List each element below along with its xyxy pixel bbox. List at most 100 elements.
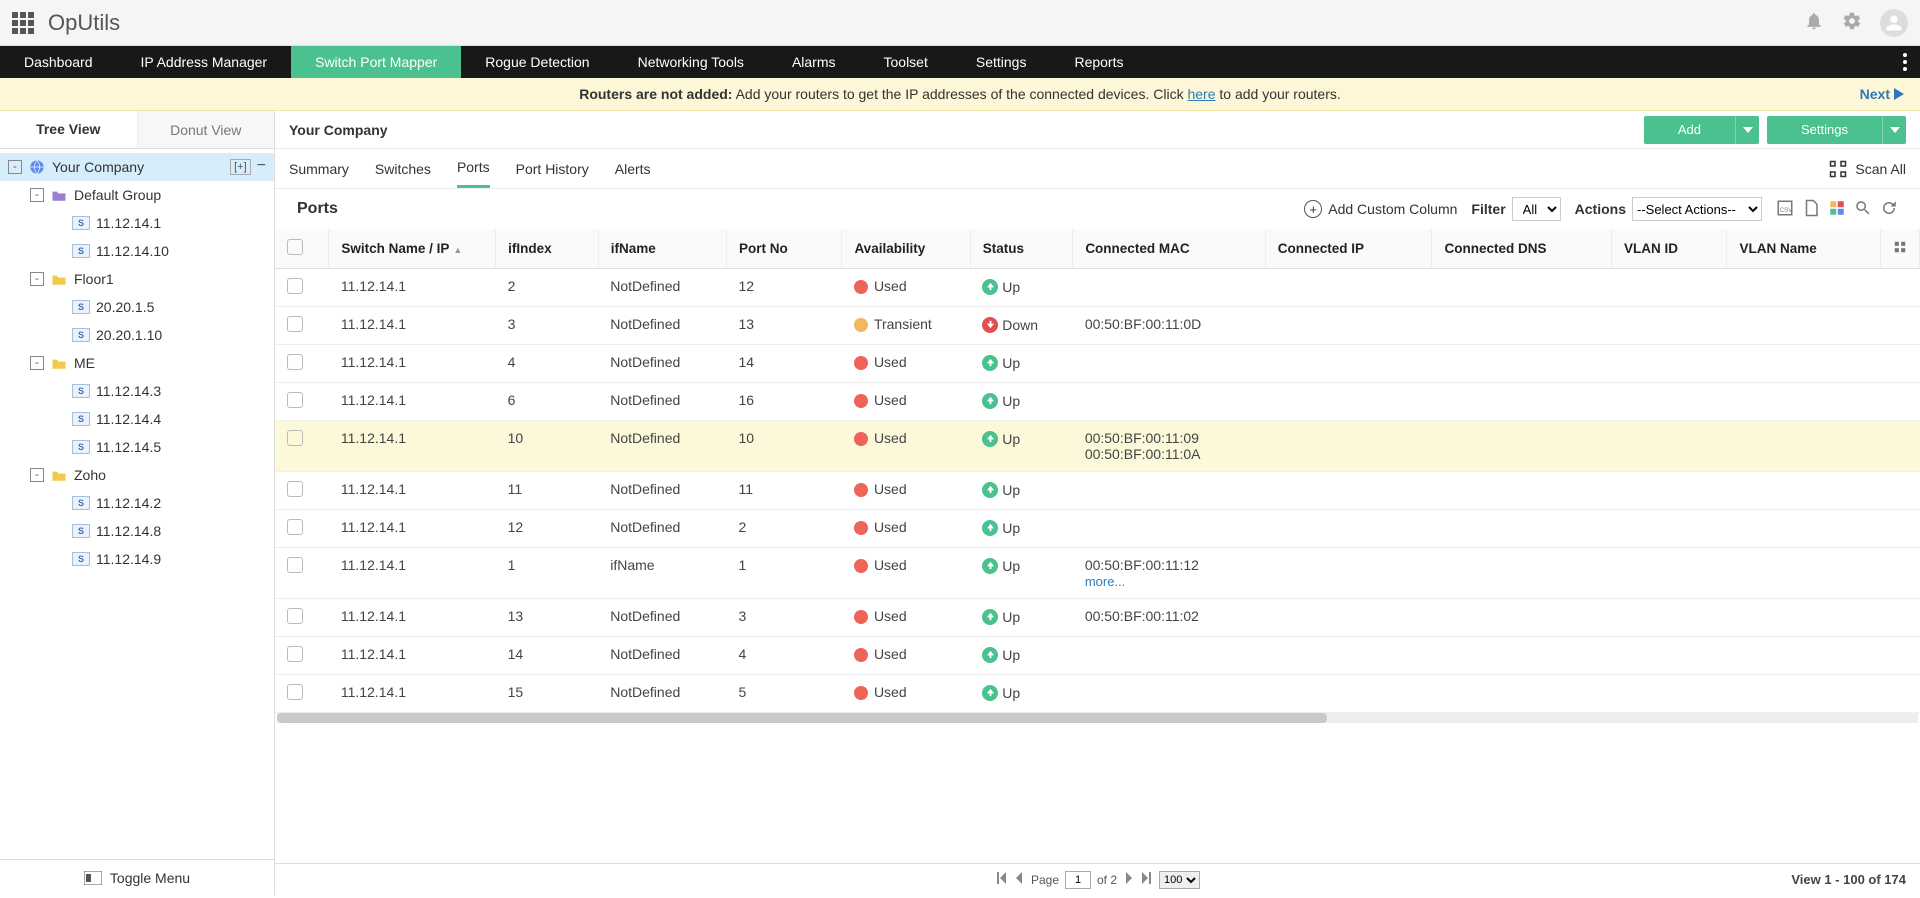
col-ifindex[interactable]: ifIndex: [496, 229, 599, 269]
nav-item-ip-address-manager[interactable]: IP Address Manager: [117, 46, 292, 78]
page-first-icon[interactable]: [995, 872, 1007, 887]
col-connected-mac[interactable]: Connected MAC: [1073, 229, 1265, 269]
add-button[interactable]: Add: [1644, 116, 1759, 144]
nav-item-settings[interactable]: Settings: [952, 46, 1051, 78]
settings-button-main[interactable]: Settings: [1767, 116, 1882, 144]
view-tab-tree[interactable]: Tree View: [0, 111, 137, 148]
banner-link[interactable]: here: [1187, 86, 1215, 102]
page-input[interactable]: [1065, 871, 1091, 889]
page-next-icon[interactable]: [1123, 872, 1135, 887]
subtab-port-history[interactable]: Port History: [516, 151, 589, 187]
column-chooser-icon[interactable]: [1828, 199, 1846, 220]
apps-icon[interactable]: [12, 12, 34, 34]
tree-row[interactable]: -Your Company[+]−: [0, 153, 274, 181]
tree-row[interactable]: -ME: [0, 349, 274, 377]
table-row[interactable]: 11.12.14.13NotDefined13TransientDown00:5…: [275, 307, 1920, 345]
row-checkbox[interactable]: [287, 684, 303, 700]
tree-row[interactable]: S20.20.1.5: [0, 293, 274, 321]
nav-item-toolset[interactable]: Toolset: [860, 46, 952, 78]
col-availability[interactable]: Availability: [842, 229, 970, 269]
table-row[interactable]: 11.12.14.111NotDefined11UsedUp: [275, 472, 1920, 510]
subtab-switches[interactable]: Switches: [375, 151, 431, 187]
tree-toggle-icon[interactable]: -: [8, 160, 22, 174]
add-custom-column[interactable]: + Add Custom Column: [1304, 200, 1457, 218]
col-connected-ip[interactable]: Connected IP: [1265, 229, 1432, 269]
row-checkbox[interactable]: [287, 316, 303, 332]
refresh-icon[interactable]: [1880, 199, 1898, 220]
filter-select[interactable]: All: [1512, 197, 1561, 221]
avatar[interactable]: [1880, 9, 1908, 37]
nav-item-alarms[interactable]: Alarms: [768, 46, 860, 78]
page-prev-icon[interactable]: [1013, 872, 1025, 887]
tree-toggle-icon[interactable]: -: [30, 272, 44, 286]
table-row[interactable]: 11.12.14.14NotDefined14UsedUp: [275, 345, 1920, 383]
row-checkbox[interactable]: [287, 430, 303, 446]
col-vlan-id[interactable]: VLAN ID: [1612, 229, 1727, 269]
tree-remove-icon[interactable]: −: [257, 159, 266, 175]
tree-row[interactable]: S11.12.14.2: [0, 489, 274, 517]
nav-item-rogue-detection[interactable]: Rogue Detection: [461, 46, 613, 78]
tree-row[interactable]: -Zoho: [0, 461, 274, 489]
row-checkbox[interactable]: [287, 557, 303, 573]
subtab-alerts[interactable]: Alerts: [615, 151, 651, 187]
toggle-menu[interactable]: Toggle Menu: [0, 859, 274, 895]
tree-toggle-icon[interactable]: -: [30, 356, 44, 370]
more-link[interactable]: more...: [1085, 574, 1125, 589]
col-vlan-name[interactable]: VLAN Name: [1727, 229, 1881, 269]
row-checkbox[interactable]: [287, 354, 303, 370]
row-checkbox[interactable]: [287, 481, 303, 497]
tree-row[interactable]: S11.12.14.3: [0, 377, 274, 405]
tree-row[interactable]: -Floor1: [0, 265, 274, 293]
col-ifname[interactable]: ifName: [598, 229, 726, 269]
page-size-select[interactable]: 100: [1159, 871, 1200, 889]
gear-icon[interactable]: [1842, 11, 1862, 34]
table-row[interactable]: 11.12.14.115NotDefined5UsedUp: [275, 675, 1920, 713]
row-checkbox[interactable]: [287, 646, 303, 662]
row-checkbox[interactable]: [287, 392, 303, 408]
settings-button[interactable]: Settings: [1767, 116, 1906, 144]
add-button-main[interactable]: Add: [1644, 116, 1735, 144]
table-row[interactable]: 11.12.14.112NotDefined2UsedUp: [275, 510, 1920, 548]
tree-add-icon[interactable]: [+]: [230, 159, 251, 175]
nav-item-dashboard[interactable]: Dashboard: [0, 46, 117, 78]
row-checkbox[interactable]: [287, 278, 303, 294]
row-checkbox[interactable]: [287, 608, 303, 624]
table-row[interactable]: 11.12.14.113NotDefined3UsedUp00:50:BF:00…: [275, 599, 1920, 637]
view-tab-donut[interactable]: Donut View: [137, 111, 275, 148]
tree-row[interactable]: -Default Group: [0, 181, 274, 209]
nav-item-networking-tools[interactable]: Networking Tools: [614, 46, 768, 78]
settings-button-dropdown[interactable]: [1882, 116, 1906, 144]
search-icon[interactable]: [1854, 199, 1872, 220]
tree-row[interactable]: S11.12.14.8: [0, 517, 274, 545]
banner-next[interactable]: Next: [1860, 86, 1904, 102]
subtab-summary[interactable]: Summary: [289, 151, 349, 187]
col-connected-dns[interactable]: Connected DNS: [1432, 229, 1612, 269]
table-row[interactable]: 11.12.14.110NotDefined10UsedUp00:50:BF:0…: [275, 421, 1920, 472]
export-csv-icon[interactable]: CSV: [1776, 199, 1794, 220]
row-checkbox[interactable]: [287, 519, 303, 535]
actions-select[interactable]: --Select Actions--: [1632, 197, 1762, 221]
col-switch-name-ip[interactable]: Switch Name / IP▲: [329, 229, 496, 269]
nav-item-switch-port-mapper[interactable]: Switch Port Mapper: [291, 46, 461, 78]
tree-row[interactable]: S11.12.14.1: [0, 209, 274, 237]
export-pdf-icon[interactable]: [1802, 199, 1820, 220]
select-all-checkbox[interactable]: [287, 239, 303, 255]
table-row[interactable]: 11.12.14.11ifName1UsedUp00:50:BF:00:11:1…: [275, 548, 1920, 599]
tree-row[interactable]: S11.12.14.5: [0, 433, 274, 461]
scan-all[interactable]: Scan All: [1829, 160, 1906, 178]
table-row[interactable]: 11.12.14.16NotDefined16UsedUp: [275, 383, 1920, 421]
column-settings-icon[interactable]: [1881, 229, 1920, 269]
horizontal-scrollbar[interactable]: [277, 713, 1918, 723]
tree-row[interactable]: S11.12.14.4: [0, 405, 274, 433]
tree-row[interactable]: S11.12.14.10: [0, 237, 274, 265]
subtab-ports[interactable]: Ports: [457, 149, 490, 188]
bell-icon[interactable]: [1804, 11, 1824, 34]
col-port-no[interactable]: Port No: [727, 229, 842, 269]
table-row[interactable]: 11.12.14.12NotDefined12UsedUp: [275, 269, 1920, 307]
nav-item-reports[interactable]: Reports: [1050, 46, 1147, 78]
tree-toggle-icon[interactable]: -: [30, 188, 44, 202]
tree-row[interactable]: S20.20.1.10: [0, 321, 274, 349]
more-icon[interactable]: [1890, 46, 1920, 78]
col-status[interactable]: Status: [970, 229, 1073, 269]
page-last-icon[interactable]: [1141, 872, 1153, 887]
